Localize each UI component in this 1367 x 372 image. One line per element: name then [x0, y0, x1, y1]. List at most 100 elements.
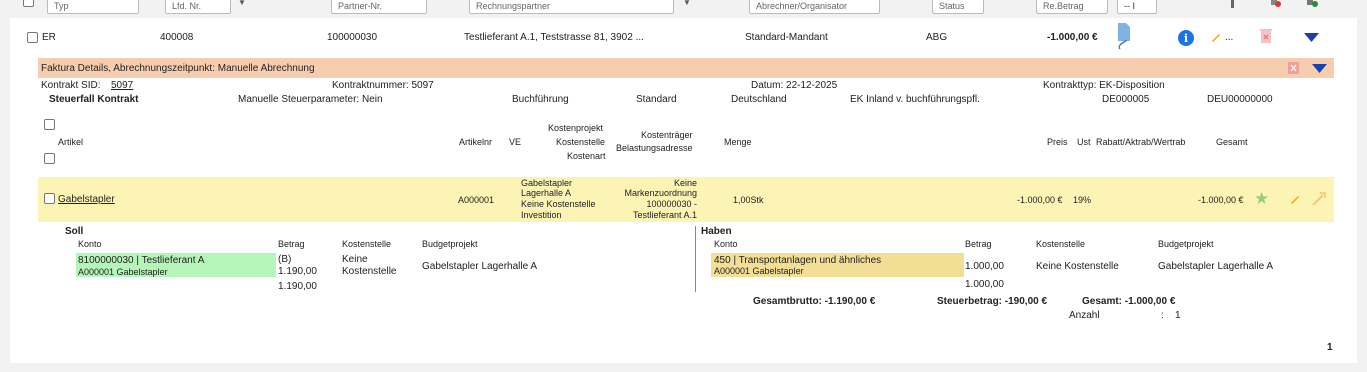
- kontraktnummer: Kontraktnummer: 5097: [332, 80, 434, 91]
- expand-triangle-icon[interactable]: [1304, 33, 1319, 45]
- hdr-artikel: Artikel: [58, 137, 84, 147]
- faktura-title: Faktura Details, Abrechnungszeitpunkt: M…: [41, 63, 315, 74]
- star-icon[interactable]: ★: [1254, 190, 1269, 207]
- row-more[interactable]: ...: [1225, 32, 1233, 43]
- haben-betrag2: 1.000,00: [965, 279, 1004, 290]
- export-icon[interactable]: [1307, 0, 1319, 11]
- row-betrag: -1.000,00 €: [1047, 32, 1098, 43]
- info-icon[interactable]: i: [1178, 30, 1194, 46]
- invoice-row[interactable]: [10, 20, 1357, 56]
- filter-typ[interactable]: Typ: [47, 0, 139, 14]
- chevron-down-icon[interactable]: ▼: [238, 0, 246, 7]
- row-lfd-nr: 400008: [160, 32, 194, 43]
- row-checkbox[interactable]: [27, 32, 38, 43]
- haben-betrag1: 1.000,00: [965, 261, 1004, 272]
- haben-budget: Gabelstapler Lagerhalle A: [1158, 261, 1274, 272]
- item-artikelnr: A000001: [458, 195, 495, 205]
- land: Deutschland: [731, 94, 787, 105]
- hdr-kostenart: Kostenart: [567, 151, 606, 161]
- code1: DE000005: [1102, 94, 1150, 105]
- steuerfall-label: Steuerfall Kontrakt: [49, 94, 139, 105]
- anzahl-label: Anzahl: [1069, 310, 1100, 321]
- item-checkbox[interactable]: [44, 193, 55, 204]
- haben-title: Haben: [701, 226, 732, 237]
- soll-konto: 8100000030 | Testlieferant A: [78, 255, 205, 266]
- filter-lfd-nr[interactable]: Lfd. Nr.: [165, 0, 231, 14]
- item-kosten-l1: Gabelstapler: [521, 178, 573, 188]
- pagination-page[interactable]: 1: [1327, 342, 1333, 353]
- close-faktura-icon[interactable]: [1288, 62, 1299, 77]
- delete-filter-icon[interactable]: [1270, 0, 1281, 7]
- ek-inland: EK Inland v. buchführungspfl.: [850, 94, 980, 105]
- flag-icon[interactable]: [1231, 0, 1234, 8]
- header-checkbox-top[interactable]: [44, 119, 55, 130]
- haben-konto-sub: A000001 Gabelstapler: [714, 266, 804, 276]
- item-traeger-l4: Testlieferant A.1: [632, 210, 697, 220]
- hdr-menge: Menge: [724, 137, 752, 147]
- item-gesamt: -1.000,00 €: [1198, 195, 1244, 205]
- haben-konto: 450 | Transportanlagen und ähnliches: [714, 255, 882, 266]
- filter-select[interactable]: -- I: [1117, 0, 1157, 14]
- row-rechnungspartner: Testlieferant A.1, Teststrasse 81, 3902 …: [464, 32, 644, 43]
- item-preis: -1.000,00 €: [1017, 195, 1063, 205]
- soll-betrag2: 1.190,00: [278, 281, 317, 292]
- soll-title: Soll: [65, 226, 84, 237]
- filter-status[interactable]: Status: [932, 0, 984, 14]
- datum: Datum: 22-12-2025: [751, 80, 838, 91]
- soll-budget: Gabelstapler Lagerhalle A: [422, 261, 538, 272]
- item-traeger-l1: Keine: [673, 178, 697, 188]
- wand-icon[interactable]: [1311, 191, 1327, 210]
- row-partner-nr: 100000030: [327, 32, 378, 43]
- item-traeger-l3: 100000030 -: [646, 199, 697, 209]
- hdr-artikelnr: Artikelnr: [459, 137, 493, 147]
- hdr-rabatt: Rabatt/Aktrab/Wertrab: [1096, 137, 1186, 147]
- collapse-triangle-icon[interactable]: [1312, 64, 1327, 76]
- soll-kostenstelle-hdr: Kostenstelle: [342, 239, 392, 249]
- soll-budget-hdr: Budgetprojekt: [422, 239, 478, 249]
- haben-konto-hdr: Konto: [714, 239, 738, 249]
- filter-re-betrag[interactable]: Re.Betrag: [1036, 0, 1108, 14]
- manuelle-steuer: Manuelle Steuerparameter: Nein: [238, 94, 383, 105]
- header-checkbox-bottom[interactable]: [44, 153, 55, 164]
- total-steuerbetrag: Steuerbetrag: -190,00 €: [937, 296, 1048, 307]
- row-mandant: Standard-Mandant: [745, 32, 828, 43]
- trash-icon[interactable]: [1260, 28, 1272, 47]
- buchfuehrung: Buchführung: [512, 94, 569, 105]
- soll-konto-sub: A000001 Gabelstapler: [78, 267, 168, 277]
- kontrakt-sid-link[interactable]: 5097: [111, 80, 133, 91]
- filter-partner-nr[interactable]: Partner-Nr.: [331, 0, 427, 14]
- item-ust: 19%: [1073, 195, 1092, 205]
- hdr-kostenprojekt: Kostenprojekt: [548, 123, 604, 133]
- soll-haben-divider: [695, 226, 696, 292]
- chevron-down-icon[interactable]: ▼: [683, 0, 691, 7]
- filter-rechnungspartner[interactable]: Rechnungspartner: [469, 0, 674, 14]
- document-icon[interactable]: [1117, 22, 1131, 55]
- hdr-preis: Preis: [1047, 137, 1068, 147]
- soll-konto-hdr: Konto: [78, 239, 102, 249]
- haben-betrag-hdr: Betrag: [965, 239, 992, 249]
- soll-betrag-hdr: Betrag: [278, 239, 305, 249]
- anzahl-sep: :: [1161, 310, 1164, 321]
- total-gesamt: Gesamt: -1.000,00 €: [1082, 296, 1176, 307]
- anzahl-value: 1: [1175, 310, 1181, 321]
- kontrakttyp: Kontrakttyp: EK-Disposition: [1043, 80, 1165, 91]
- item-artikel-link[interactable]: Gabelstapler: [58, 194, 115, 205]
- item-kosten-l3: Keine Kostenstelle: [521, 199, 596, 209]
- total-gesamtbrutto: Gesamtbrutto: -1.190,00 €: [753, 296, 876, 307]
- edit-icon[interactable]: [1210, 31, 1222, 46]
- haben-budget-hdr: Budgetprojekt: [1158, 239, 1214, 249]
- haben-kostenstelle: Keine Kostenstelle: [1036, 261, 1119, 272]
- item-traeger-l2: Markenzuordnung: [624, 188, 697, 198]
- hdr-kostentraeger: Kostenträger: [641, 130, 693, 140]
- hdr-ve: VE: [509, 137, 522, 147]
- soll-kostenstelle-l1: Keine: [342, 254, 368, 265]
- code2: DEU00000000: [1207, 94, 1273, 105]
- soll-betrag-flag: (B): [278, 254, 292, 265]
- select-all-checkbox[interactable]: [23, 0, 34, 7]
- edit-item-icon[interactable]: [1289, 193, 1301, 208]
- row-status: ABG: [926, 32, 948, 43]
- filter-abrechner[interactable]: Abrechner/Organisator: [749, 0, 880, 14]
- hdr-belastungsadresse: Belastungsadresse: [616, 143, 693, 153]
- item-menge: 1,00Stk: [733, 195, 764, 205]
- hdr-kostenstelle: Kostenstelle: [556, 137, 606, 147]
